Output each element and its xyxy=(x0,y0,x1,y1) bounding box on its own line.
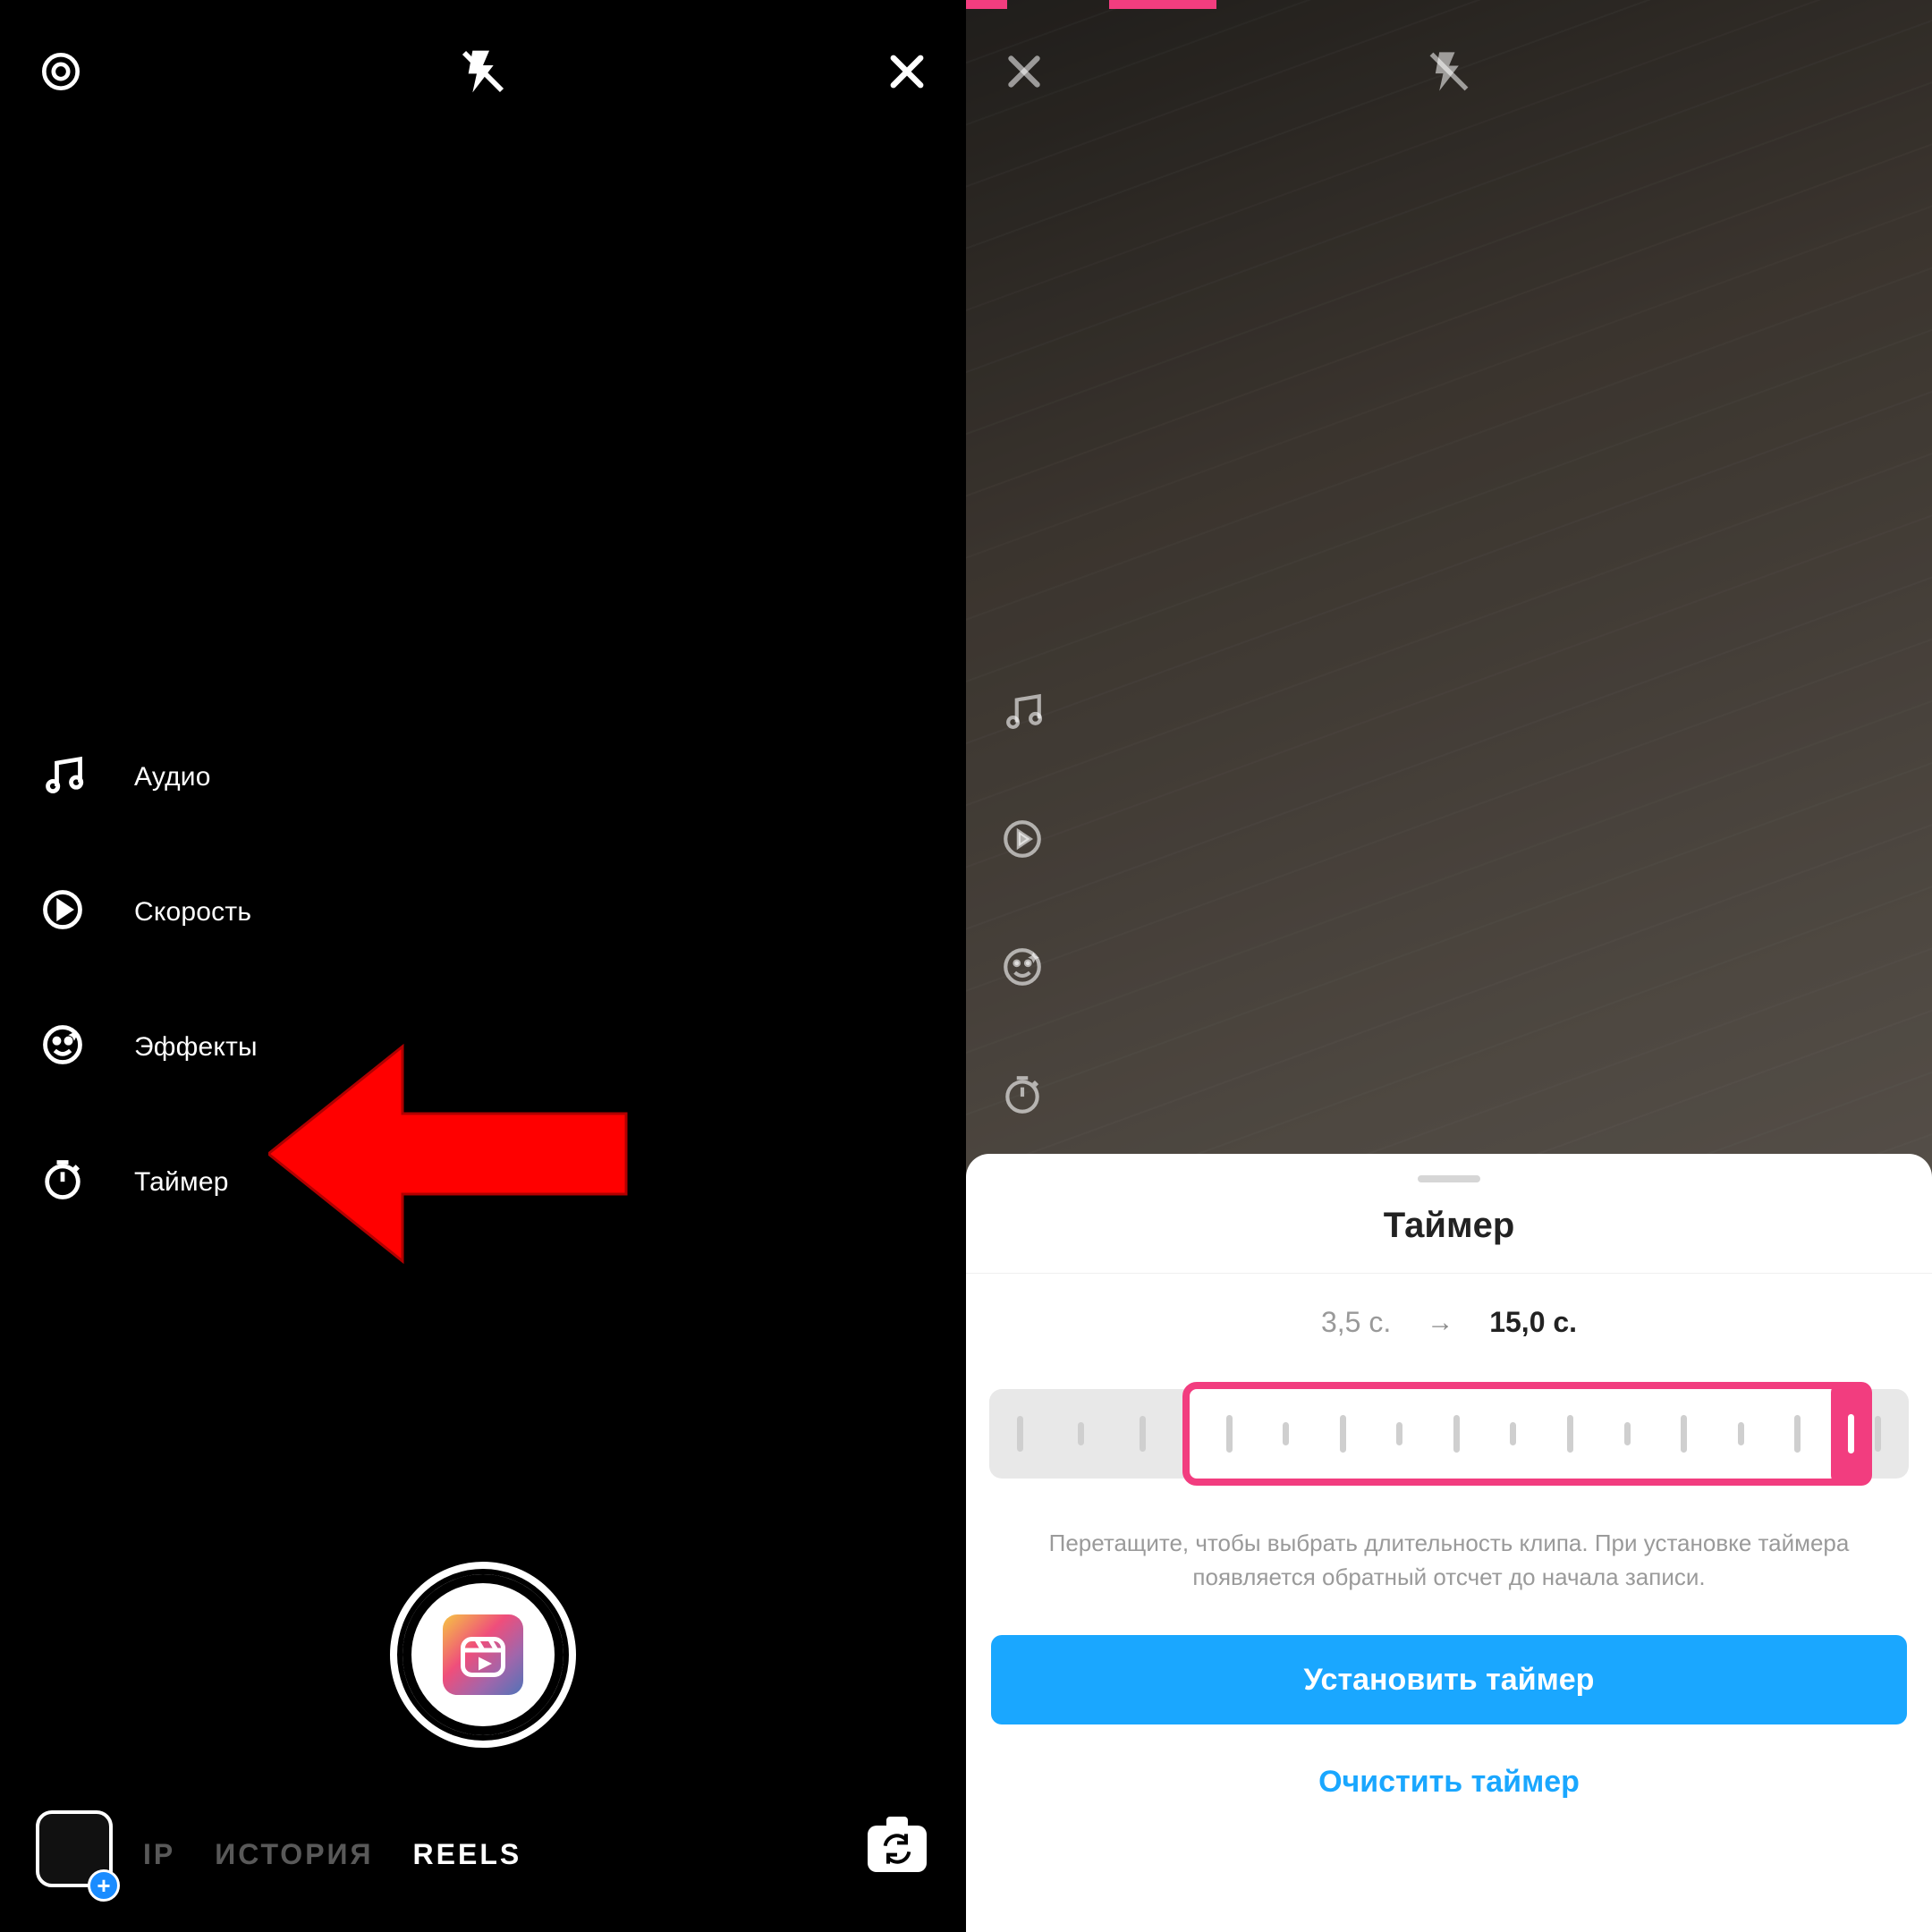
tool-audio-label: Аудио xyxy=(134,762,211,792)
divider xyxy=(966,1273,1932,1274)
recorded-segment xyxy=(966,0,1007,9)
help-text: Перетащите, чтобы выбрать длительность к… xyxy=(966,1495,1932,1594)
tool-audio[interactable]: Аудио xyxy=(39,751,258,802)
time-range-display: 3,5 с. → 15,0 с. xyxy=(966,1306,1932,1339)
speed-icon[interactable] xyxy=(1000,817,1045,866)
tool-speed-label: Скорость xyxy=(134,897,251,928)
timer-bottom-sheet: Таймер 3,5 с. → 15,0 с. Перетащите, xyxy=(966,1154,1932,1932)
music-icon[interactable] xyxy=(1000,689,1045,738)
screenshot-right: Таймер 3,5 с. → 15,0 с. Перетащите, xyxy=(966,0,1932,1932)
set-timer-button[interactable]: Установить таймер xyxy=(991,1635,1907,1724)
close-icon[interactable] xyxy=(884,48,930,95)
mode-history[interactable]: ИСТОРИЯ xyxy=(215,1838,373,1871)
sheet-title: Таймер xyxy=(966,1206,1932,1246)
sheet-grab-handle[interactable] xyxy=(1418,1175,1480,1182)
start-time: 3,5 с. xyxy=(1321,1306,1391,1339)
tool-effects-label: Эффекты xyxy=(134,1032,258,1063)
speed-icon xyxy=(39,886,86,937)
music-icon xyxy=(39,751,86,802)
end-time: 15,0 с. xyxy=(1489,1306,1577,1339)
camera-mode-switcher[interactable]: ІР ИСТОРИЯ REELS xyxy=(143,1838,521,1871)
effects-icon xyxy=(39,1021,86,1072)
close-icon[interactable] xyxy=(1002,49,1046,94)
mode-partial[interactable]: ІР xyxy=(143,1838,175,1871)
tool-effects[interactable]: Эффекты xyxy=(39,1021,258,1072)
add-media-icon[interactable]: + xyxy=(88,1869,120,1902)
duration-slider[interactable] xyxy=(989,1369,1909,1495)
recorded-segment xyxy=(1109,0,1216,9)
flash-off-icon[interactable] xyxy=(458,47,508,97)
clear-timer-button[interactable]: Очистить таймер xyxy=(991,1737,1907,1826)
timer-icon xyxy=(39,1157,86,1208)
arrow-right-icon: → xyxy=(1427,1308,1453,1338)
tool-speed[interactable]: Скорость xyxy=(39,886,258,937)
tool-timer-label: Таймер xyxy=(134,1167,229,1198)
reels-tool-list: Аудио Скорость Эффекты xyxy=(39,751,258,1208)
bottom-bar: + ІР ИСТОРИЯ REELS xyxy=(0,1816,966,1896)
top-bar xyxy=(0,36,966,107)
mode-reels[interactable]: REELS xyxy=(413,1838,522,1871)
flash-off-icon[interactable] xyxy=(1426,48,1472,95)
tool-timer[interactable]: Таймер xyxy=(39,1157,258,1208)
annotation-arrow-icon xyxy=(268,1038,644,1297)
top-bar xyxy=(966,36,1932,107)
shutter-button[interactable] xyxy=(402,1574,564,1735)
screenshot-left: Аудио Скорость Эффекты xyxy=(0,0,966,1932)
slider-handle[interactable] xyxy=(1831,1382,1872,1486)
timer-icon[interactable] xyxy=(1000,1072,1045,1122)
gear-icon[interactable] xyxy=(36,47,86,97)
switch-camera-button[interactable] xyxy=(866,1819,928,1878)
reels-tool-icons xyxy=(1000,689,1045,1122)
effects-icon[interactable] xyxy=(1000,945,1045,994)
